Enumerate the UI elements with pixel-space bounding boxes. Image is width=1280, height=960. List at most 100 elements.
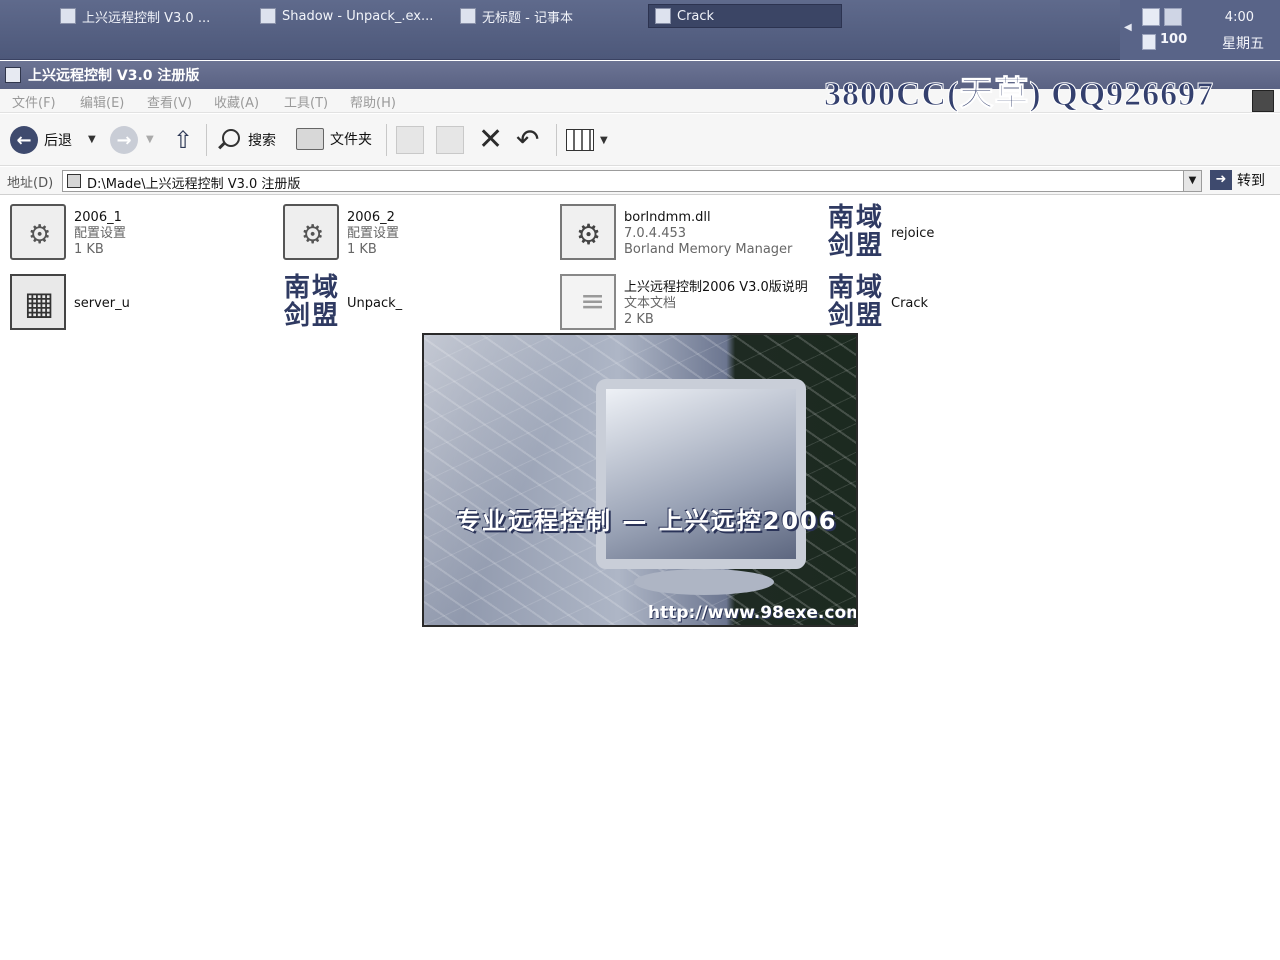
windows-logo-icon bbox=[1252, 90, 1274, 112]
address-value[interactable]: D:\Made\上兴远程控制 V3.0 注册版 bbox=[87, 173, 300, 192]
folder-icon bbox=[67, 174, 81, 188]
delete-button[interactable]: ✕ bbox=[478, 122, 504, 157]
taskbar-button-crack[interactable]: Crack bbox=[648, 4, 842, 28]
text-file-icon bbox=[560, 274, 616, 330]
chevron-left-icon[interactable]: ◀ bbox=[1124, 22, 1132, 33]
copy-to-button[interactable] bbox=[436, 126, 464, 154]
search-button[interactable]: 搜索 bbox=[216, 127, 276, 153]
nanyu-seal-icon: 南域剑盟 bbox=[283, 273, 338, 331]
forward-button[interactable]: → bbox=[110, 126, 138, 154]
splash-title: 专业远程控制 — 上兴远控2006 bbox=[456, 507, 838, 535]
toolbar: ← 后退 ▼ → ▼ ⇧ 搜索 文件夹 ✕ ↶ ▼ bbox=[0, 114, 1280, 166]
back-button[interactable]: ← 后退 bbox=[10, 126, 72, 154]
back-label: 后退 bbox=[44, 133, 72, 149]
chevron-down-icon[interactable]: ▼ bbox=[88, 134, 96, 145]
file-description: Borland Memory Manager bbox=[624, 242, 793, 257]
move-to-icon bbox=[396, 126, 424, 154]
menu-edit[interactable]: 编辑(E) bbox=[80, 92, 124, 111]
clock-day[interactable]: 星期五 bbox=[1222, 33, 1264, 53]
taskbar-button-label: Shadow - Unpack_.ex... bbox=[282, 8, 434, 24]
window-title: 上兴远程控制 V3.0 注册版 bbox=[28, 68, 200, 84]
chevron-down-icon[interactable]: ▼ bbox=[1183, 171, 1201, 191]
undo-icon: ↶ bbox=[516, 123, 540, 156]
system-tray: ◀ 100 4:00 星期五 bbox=[1120, 0, 1280, 60]
go-label: 转到 bbox=[1237, 173, 1265, 189]
computer-icon bbox=[10, 274, 66, 330]
taskbar-button-label: 无标题 - 记事本 bbox=[482, 10, 573, 26]
config-file-icon bbox=[10, 204, 66, 260]
file-item-2006-2[interactable]: 2006_2 配置设置 1 KB bbox=[283, 204, 399, 266]
file-type: 配置设置 bbox=[74, 226, 127, 241]
address-label: 地址(D) bbox=[7, 176, 54, 191]
go-arrow-icon: ➜ bbox=[1210, 170, 1232, 190]
network-icon[interactable] bbox=[1142, 8, 1160, 26]
menu-tools[interactable]: 工具(T) bbox=[284, 92, 328, 111]
menu-file[interactable]: 文件(F) bbox=[12, 92, 56, 111]
file-item-readme[interactable]: 上兴远程控制2006 V3.0版说明 文本文档 2 KB bbox=[560, 274, 808, 336]
file-name: borlndmm.dll bbox=[624, 210, 711, 225]
address-bar: 地址(D) D:\Made\上兴远程控制 V3.0 注册版 ▼ ➜ 转到 bbox=[0, 167, 1280, 195]
clock-time[interactable]: 4:00 bbox=[1225, 10, 1254, 25]
app-icon bbox=[655, 8, 671, 24]
splash-screen: 专业远程控制 — 上兴远控2006 http://www.98exe.com bbox=[422, 333, 858, 627]
file-type: 配置设置 bbox=[347, 226, 400, 241]
folders-button[interactable]: 文件夹 bbox=[296, 128, 372, 150]
file-size: 2 KB bbox=[624, 312, 654, 327]
file-name: 2006_2 bbox=[347, 210, 395, 225]
file-item-2006-1[interactable]: 2006_1 配置设置 1 KB bbox=[10, 204, 126, 266]
app-icon bbox=[60, 8, 76, 24]
monitor-base-illustration bbox=[634, 569, 774, 595]
tools-icon bbox=[260, 8, 276, 24]
delete-x-icon: ✕ bbox=[478, 122, 504, 157]
volume-icon[interactable] bbox=[1164, 8, 1182, 26]
address-input[interactable]: D:\Made\上兴远程控制 V3.0 注册版 ▼ bbox=[62, 170, 1202, 192]
up-folder-button[interactable]: ⇧ bbox=[170, 126, 196, 154]
taskbar-button-notepad[interactable]: 无标题 - 记事本 bbox=[454, 4, 644, 28]
taskbar: 上兴远程控制 V3.0 ... Shadow - Unpack_.ex... 无… bbox=[0, 0, 1280, 60]
battery-icon[interactable] bbox=[1142, 34, 1156, 50]
toolbar-separator bbox=[556, 124, 557, 156]
battery-percent: 100 bbox=[1160, 32, 1188, 47]
file-name: 上兴远程控制2006 V3.0版说明 bbox=[624, 280, 808, 295]
file-item-borlndmm[interactable]: borlndmm.dll 7.0.4.453 Borland Memory Ma… bbox=[560, 204, 792, 266]
watermark-text: 3800CC(天草) QQ926697 bbox=[823, 76, 1215, 114]
notepad-icon bbox=[460, 8, 476, 24]
up-arrow-icon: ⇧ bbox=[172, 126, 194, 154]
folder-tree-icon bbox=[296, 128, 324, 150]
file-version: 7.0.4.453 bbox=[624, 226, 687, 241]
dll-file-icon bbox=[560, 204, 616, 260]
forward-arrow-icon: → bbox=[110, 126, 138, 154]
menu-view[interactable]: 查看(V) bbox=[147, 92, 192, 111]
folders-label: 文件夹 bbox=[330, 132, 372, 148]
file-name: server_u bbox=[74, 296, 130, 311]
file-name: Unpack_ bbox=[347, 296, 403, 311]
menu-favorites[interactable]: 收藏(A) bbox=[214, 92, 259, 111]
file-type: 文本文档 bbox=[624, 296, 677, 311]
file-item-rejoice[interactable]: 南域剑盟 rejoice bbox=[827, 204, 934, 266]
chevron-down-icon[interactable]: ▼ bbox=[146, 134, 154, 145]
file-size: 1 KB bbox=[74, 242, 104, 257]
move-to-button[interactable] bbox=[396, 126, 424, 154]
taskbar-button-label: 上兴远程控制 V3.0 ... bbox=[82, 10, 211, 26]
splash-url: http://www.98exe.com bbox=[648, 603, 858, 623]
menu-help[interactable]: 帮助(H) bbox=[350, 92, 396, 111]
undo-button[interactable]: ↶ bbox=[516, 126, 539, 154]
back-arrow-icon: ← bbox=[10, 126, 38, 154]
toolbar-separator bbox=[206, 124, 207, 156]
config-file-icon bbox=[283, 204, 339, 260]
file-size: 1 KB bbox=[347, 242, 377, 257]
file-item-crack[interactable]: 南域剑盟 Crack bbox=[827, 274, 928, 336]
nanyu-seal-icon: 南域剑盟 bbox=[827, 203, 882, 261]
views-button[interactable]: ▼ bbox=[566, 129, 608, 151]
file-item-unpack[interactable]: 南域剑盟 Unpack_ bbox=[283, 274, 402, 336]
search-label: 搜索 bbox=[248, 133, 276, 149]
nanyu-seal-icon: 南域剑盟 bbox=[827, 273, 882, 331]
toolbar-separator bbox=[386, 124, 387, 156]
chevron-down-icon: ▼ bbox=[600, 134, 608, 146]
monitor-illustration bbox=[596, 379, 806, 569]
file-item-server-u[interactable]: server_u bbox=[10, 274, 130, 336]
taskbar-button-shadow[interactable]: Shadow - Unpack_.ex... bbox=[254, 4, 444, 28]
taskbar-button-shangxing[interactable]: 上兴远程控制 V3.0 ... bbox=[54, 4, 244, 28]
go-button[interactable]: ➜ 转到 bbox=[1210, 170, 1265, 190]
desktop-screen: 上兴远程控制 V3.0 ... Shadow - Unpack_.ex... 无… bbox=[0, 0, 1280, 960]
